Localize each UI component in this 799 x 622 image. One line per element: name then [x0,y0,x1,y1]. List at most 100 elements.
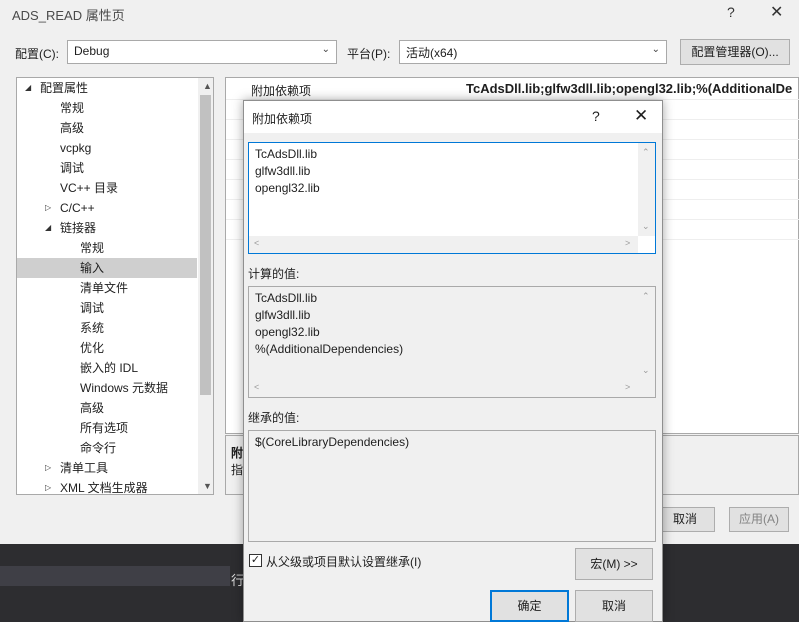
tree-item[interactable]: 清单文件 [17,278,197,298]
tree-item-label: 常规 [60,101,85,115]
tree-item[interactable]: 嵌入的 IDL [17,358,197,378]
tree-item[interactable]: 高级 [17,398,197,418]
tree-item[interactable]: 调试 [17,298,197,318]
dialog-cancel-button[interactable]: 取消 [575,590,653,622]
expanded-arrow-icon[interactable]: ◢ [25,78,31,98]
tree-item-label: 调试 [60,161,85,175]
tree-item[interactable]: ◢ 配置属性 [17,78,197,98]
tree-item[interactable]: 调试 [17,158,197,178]
close-icon[interactable]: ✕ [770,2,783,22]
tree-item[interactable]: ◢ 链接器 [17,218,197,238]
collapsed-arrow-icon[interactable]: ▷ [45,198,51,218]
config-value: Debug [74,44,110,58]
config-manager-button[interactable]: 配置管理器(O)... [680,39,790,65]
tree-item[interactable]: 所有选项 [17,418,197,438]
dialog-titlebar: 附加依赖项 ? ✕ [244,101,662,133]
tree-item-label: Windows 元数据 [80,381,169,395]
tree-item[interactable]: Windows 元数据 [17,378,197,398]
ide-output-bar [0,566,230,586]
scroll-left-icon[interactable]: < [254,238,259,248]
tree-item-label: C/C++ [60,201,95,215]
tree-item-label: 命令行 [80,441,117,455]
scroll-right-icon[interactable]: > [625,382,630,392]
tree-item[interactable]: ▷ 清单工具 [17,458,197,478]
tree-item[interactable]: 系统 [17,318,197,338]
close-icon[interactable]: ✕ [634,106,648,126]
tree-item-label: 调试 [80,301,105,315]
tree-item-label: 优化 [80,341,105,355]
tree-item-label: 链接器 [60,221,97,235]
help-icon[interactable]: ? [727,4,735,20]
tree-item-label: 清单工具 [60,461,109,475]
scroll-up-icon[interactable]: ▲ [203,81,212,91]
inherited-label: 继承的值: [248,411,300,425]
tree-item[interactable]: 高级 [17,118,197,138]
tree-item[interactable]: vcpkg [17,138,197,158]
scroll-down-icon[interactable]: ⌄ [642,365,650,376]
tree-item[interactable]: 常规 [17,238,197,258]
tree-item-label: 常规 [80,241,105,255]
tree-scroll-thumb[interactable] [200,95,211,395]
scroll-down-icon[interactable]: ▼ [203,481,212,491]
computed-values-box: TcAdsDll.lib glfw3dll.lib opengl32.lib %… [248,286,656,398]
chevron-down-icon: ⌄ [321,44,330,55]
inherited-text: $(CoreLibraryDependencies) [255,435,410,449]
tree-item-label: 系统 [80,321,105,335]
macro-button[interactable]: 宏(M) >> [575,548,653,580]
collapsed-arrow-icon[interactable]: ▷ [45,478,51,494]
scroll-right-icon[interactable]: > [625,238,630,248]
tree-item[interactable]: ▷ XML 文档生成器 [17,478,197,495]
grid-row-value[interactable]: TcAdsDll.lib;glfw3dll.lib;opengl32.lib;%… [466,81,792,96]
tree-item-label: 高级 [80,401,105,415]
dependencies-edit-box[interactable]: TcAdsDll.lib glfw3dll.lib opengl32.lib ⌃… [248,142,656,254]
tree-item-label: 清单文件 [80,281,129,295]
computed-label: 计算的值: [248,267,300,281]
property-tree[interactable]: ◢ 配置属性 常规 高级 vcpkg 调试 VC++ 目录 ▷ C/C++ ◢ 链接器 常规 输入 清单文… [16,77,214,495]
tree-item-label: 嵌入的 IDL [80,361,139,375]
tree-item[interactable]: 优化 [17,338,197,358]
edit-vscrollbar[interactable]: ⌃ ⌄ [638,143,655,236]
collapsed-arrow-icon[interactable]: ▷ [45,458,51,478]
platform-select[interactable]: 活动(x64) ⌄ [399,40,667,64]
tree-item-label: vcpkg [60,141,92,155]
computed-hscrollbar[interactable]: < > [249,380,638,397]
tree-item-label: 配置属性 [40,81,89,95]
window-title: ADS_READ 属性页 [12,8,125,23]
tree-item[interactable]: 常规 [17,98,197,118]
cancel-button[interactable]: 取消 [655,507,715,532]
inherited-values-box: $(CoreLibraryDependencies) [248,430,656,542]
apply-button[interactable]: 应用(A) [729,507,789,532]
description-text: 指 [231,463,244,477]
computed-text: TcAdsDll.lib glfw3dll.lib opengl32.lib %… [255,291,404,356]
ok-button[interactable]: 确定 [490,590,569,622]
tree-item-label: 所有选项 [80,421,129,435]
tree-item-label: VC++ 目录 [60,181,119,195]
additional-dependencies-dialog: 附加依赖项 ? ✕ TcAdsDll.lib glfw3dll.lib open… [243,100,663,622]
tree-item[interactable]: ▷ C/C++ [17,198,197,218]
scroll-down-icon[interactable]: ⌄ [642,221,650,232]
inherit-checkbox[interactable]: ✓ [249,554,262,567]
scroll-up-icon[interactable]: ⌃ [642,291,650,302]
computed-vscrollbar[interactable]: ⌃ ⌄ [638,287,655,380]
edit-hscrollbar[interactable]: < > [249,236,638,253]
platform-label: 平台(P): [347,47,391,61]
platform-value: 活动(x64) [406,46,458,60]
grid-row-name: 附加依赖项 [251,84,312,98]
tree-item[interactable]: VC++ 目录 [17,178,197,198]
dialog-title: 附加依赖项 [252,112,313,126]
tree-item-label: 高级 [60,121,85,135]
tree-item-label: XML 文档生成器 [60,481,148,495]
scroll-up-icon[interactable]: ⌃ [642,147,650,158]
help-icon[interactable]: ? [592,108,600,124]
inherit-checkbox-label[interactable]: 从父级或项目默认设置继承(I) [266,553,421,570]
description-title: 附 [231,446,244,460]
dependencies-text[interactable]: TcAdsDll.lib glfw3dll.lib opengl32.lib [255,146,320,197]
chevron-down-icon: ⌄ [651,44,660,55]
config-label: 配置(C): [15,47,59,61]
scroll-left-icon[interactable]: < [254,382,259,392]
config-select[interactable]: Debug ⌄ [67,40,337,64]
tree-item-label: 输入 [80,261,105,275]
tree-item[interactable]: 输入 [17,258,197,278]
expanded-arrow-icon[interactable]: ◢ [45,218,51,238]
tree-item[interactable]: 命令行 [17,438,197,458]
